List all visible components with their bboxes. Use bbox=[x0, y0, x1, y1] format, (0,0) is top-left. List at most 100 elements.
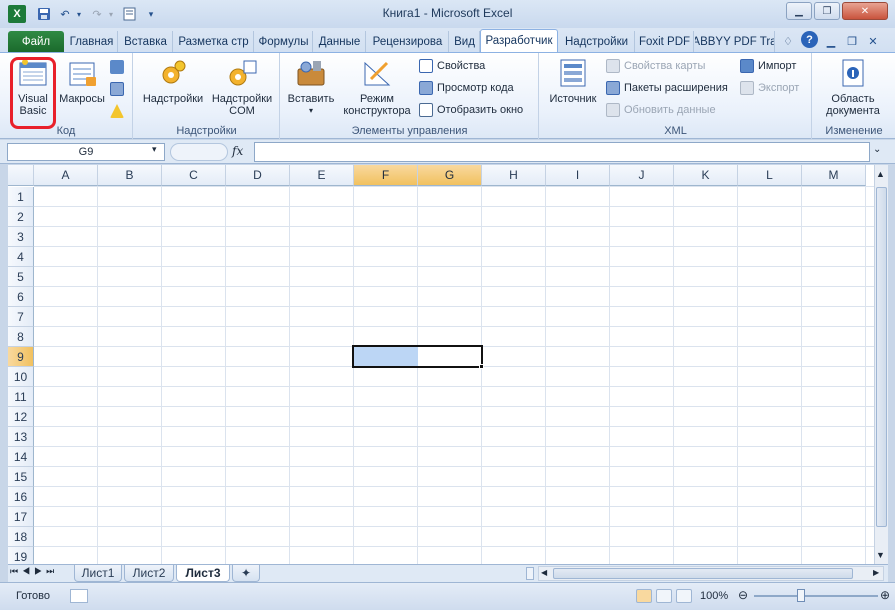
zoom-in-icon[interactable]: ⊕ bbox=[880, 588, 890, 602]
scroll-down-icon[interactable]: ▼ bbox=[876, 550, 885, 560]
map-properties-button[interactable]: Свойства карты bbox=[606, 57, 705, 75]
run-dialog-button[interactable]: Отобразить окно bbox=[419, 101, 523, 119]
tab-data[interactable]: Данные bbox=[314, 31, 366, 52]
horizontal-scrollbar[interactable]: ◀ ▶ bbox=[538, 566, 884, 581]
row-header-17[interactable]: 17 bbox=[8, 507, 34, 527]
row-header-19[interactable]: 19 bbox=[8, 547, 34, 565]
column-header-f[interactable]: F bbox=[354, 165, 418, 186]
column-header-m[interactable]: M bbox=[802, 165, 866, 186]
tab-review[interactable]: Рецензирова bbox=[367, 31, 449, 52]
row-header-10[interactable]: 10 bbox=[8, 367, 34, 387]
scroll-right-icon[interactable]: ▶ bbox=[873, 568, 879, 577]
column-header-d[interactable]: D bbox=[226, 165, 290, 186]
addins-button[interactable]: Надстройки bbox=[140, 57, 206, 105]
column-header-i[interactable]: I bbox=[546, 165, 610, 186]
close-button[interactable]: ✕ bbox=[842, 2, 888, 20]
row-header-4[interactable]: 4 bbox=[8, 247, 34, 267]
column-header-j[interactable]: J bbox=[610, 165, 674, 186]
com-addins-button[interactable]: Надстройки COM bbox=[208, 57, 276, 117]
expansion-packs-button[interactable]: Пакеты расширения bbox=[606, 79, 728, 97]
row-header-9[interactable]: 9 bbox=[8, 347, 34, 367]
expand-formula-bar-icon[interactable]: ⌄ bbox=[873, 144, 881, 155]
properties-button[interactable]: Свойства bbox=[419, 57, 485, 75]
vertical-scroll-thumb[interactable] bbox=[876, 187, 887, 527]
workbook-close-icon[interactable]: ✕ bbox=[866, 32, 880, 50]
sheet-tab-1[interactable]: Лист1 bbox=[74, 565, 122, 582]
column-header-e[interactable]: E bbox=[290, 165, 354, 186]
sheet-tab-3[interactable]: Лист3 bbox=[176, 565, 230, 582]
export-button[interactable]: Экспорт bbox=[740, 79, 799, 97]
row-header-11[interactable]: 11 bbox=[8, 387, 34, 407]
worksheet-grid[interactable]: A B C D E F G H I J K L M 1 2 3 4 5 6 7 8 9 10 11 12 13 14 15 16 17 18… bbox=[8, 165, 874, 565]
redo-icon[interactable]: ↷ bbox=[90, 5, 104, 23]
column-header-c[interactable]: C bbox=[162, 165, 226, 186]
print-preview-icon[interactable] bbox=[122, 5, 138, 23]
save-icon[interactable] bbox=[36, 5, 52, 23]
tab-abbyy-pdf[interactable]: ABBYY PDF Tra bbox=[695, 31, 775, 52]
formula-input[interactable] bbox=[254, 142, 870, 162]
redo-dropdown-icon[interactable]: ▾ bbox=[106, 5, 116, 23]
name-box-dropdown-icon[interactable]: ▾ bbox=[152, 144, 157, 155]
view-code-button[interactable]: Просмотр кода bbox=[419, 79, 514, 97]
row-header-3[interactable]: 3 bbox=[8, 227, 34, 247]
column-header-l[interactable]: L bbox=[738, 165, 802, 186]
row-header-14[interactable]: 14 bbox=[8, 447, 34, 467]
sheet-tab-2[interactable]: Лист2 bbox=[124, 565, 174, 582]
tab-file[interactable]: Файл bbox=[8, 31, 64, 52]
page-break-view-button[interactable] bbox=[676, 589, 692, 603]
maximize-button[interactable]: ❐ bbox=[814, 2, 840, 20]
row-header-15[interactable]: 15 bbox=[8, 467, 34, 487]
page-layout-view-button[interactable] bbox=[656, 589, 672, 603]
fill-handle[interactable] bbox=[479, 364, 484, 369]
design-mode-button[interactable]: Режим конструктора bbox=[339, 57, 415, 117]
tab-developer[interactable]: Разработчик bbox=[480, 29, 558, 52]
row-header-8[interactable]: 8 bbox=[8, 327, 34, 347]
row-header-18[interactable]: 18 bbox=[8, 527, 34, 547]
row-header-5[interactable]: 5 bbox=[8, 267, 34, 287]
undo-dropdown-icon[interactable]: ▾ bbox=[74, 5, 84, 23]
horizontal-scroll-thumb[interactable] bbox=[553, 568, 853, 579]
xml-source-button[interactable]: Источник bbox=[544, 57, 602, 105]
column-header-a[interactable]: A bbox=[34, 165, 98, 186]
tab-split-handle[interactable] bbox=[526, 567, 534, 580]
select-all-corner[interactable] bbox=[8, 165, 34, 186]
row-header-13[interactable]: 13 bbox=[8, 427, 34, 447]
row-header-16[interactable]: 16 bbox=[8, 487, 34, 507]
zoom-slider[interactable] bbox=[754, 595, 878, 597]
tab-foxit-pdf[interactable]: Foxit PDF bbox=[636, 31, 694, 52]
column-header-b[interactable]: B bbox=[98, 165, 162, 186]
row-header-1[interactable]: 1 bbox=[8, 187, 34, 207]
sheet-nav-icons[interactable]: ⏮◀▶⏭ bbox=[10, 566, 58, 577]
scroll-up-icon[interactable]: ▲ bbox=[876, 169, 885, 179]
tab-home[interactable]: Главная bbox=[66, 31, 118, 52]
row-header-2[interactable]: 2 bbox=[8, 207, 34, 227]
name-box[interactable]: G9 bbox=[7, 143, 165, 161]
active-cell-selection[interactable] bbox=[352, 345, 483, 368]
refresh-data-button[interactable]: Обновить данные bbox=[606, 101, 716, 119]
ribbon-collapse-icon[interactable]: ♢ bbox=[780, 32, 796, 50]
row-header-12[interactable]: 12 bbox=[8, 407, 34, 427]
macro-security-button[interactable] bbox=[110, 102, 128, 120]
row-header-7[interactable]: 7 bbox=[8, 307, 34, 327]
zoom-slider-thumb[interactable] bbox=[797, 589, 805, 602]
tab-insert[interactable]: Вставка bbox=[119, 31, 173, 52]
record-macro-button[interactable] bbox=[110, 58, 128, 76]
undo-icon[interactable]: ↶ bbox=[58, 5, 72, 23]
tab-view[interactable]: Вид bbox=[450, 31, 480, 52]
normal-view-button[interactable] bbox=[636, 589, 652, 603]
minimize-button[interactable]: ▁ bbox=[786, 2, 812, 20]
help-icon[interactable]: ? bbox=[801, 31, 818, 48]
scroll-left-icon[interactable]: ◀ bbox=[541, 568, 547, 577]
document-panel-button[interactable]: Область документа bbox=[817, 57, 889, 117]
workbook-minimize-icon[interactable]: ▁ bbox=[824, 32, 838, 50]
insert-control-button[interactable]: Вставить ▾ bbox=[285, 57, 337, 117]
workbook-restore-icon[interactable]: ❐ bbox=[845, 32, 859, 50]
insert-sheet-icon[interactable]: ✦ bbox=[232, 565, 260, 582]
vertical-scrollbar[interactable]: ▲ ▼ bbox=[874, 165, 888, 565]
zoom-out-icon[interactable]: ⊖ bbox=[738, 588, 748, 602]
macro-record-status-icon[interactable] bbox=[70, 589, 88, 603]
column-header-k[interactable]: K bbox=[674, 165, 738, 186]
row-header-6[interactable]: 6 bbox=[8, 287, 34, 307]
tab-formulas[interactable]: Формулы bbox=[255, 31, 313, 52]
import-button[interactable]: Импорт bbox=[740, 57, 796, 75]
